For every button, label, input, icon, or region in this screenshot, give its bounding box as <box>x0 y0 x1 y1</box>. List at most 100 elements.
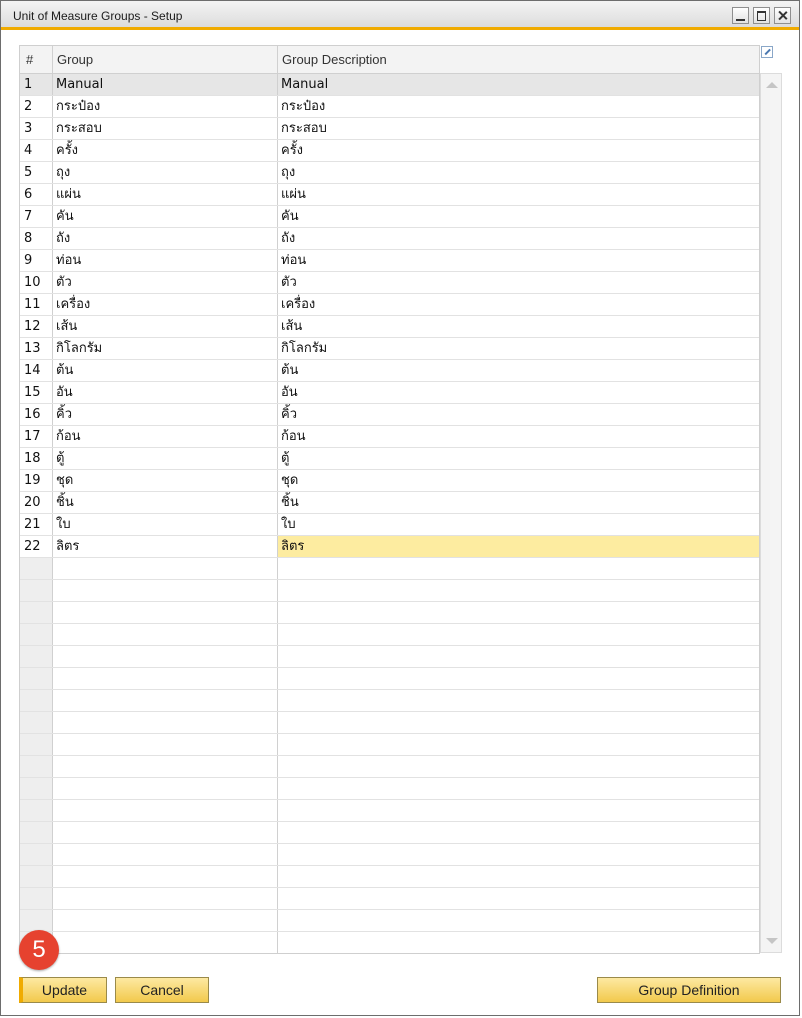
group-cell[interactable]: กิโลกรัม <box>53 338 278 359</box>
group-description-cell[interactable] <box>278 734 759 755</box>
group-description-cell[interactable]: ใบ <box>278 514 759 535</box>
table-row[interactable] <box>20 558 759 580</box>
header-group-description[interactable]: Group Description <box>278 46 759 73</box>
group-description-cell[interactable]: แผ่น <box>278 184 759 205</box>
group-description-cell[interactable]: ชุด <box>278 470 759 491</box>
group-description-cell[interactable] <box>278 932 759 953</box>
group-cell[interactable] <box>53 910 278 931</box>
group-cell[interactable] <box>53 888 278 909</box>
table-row[interactable]: 14 ต้น ต้น <box>20 360 759 382</box>
group-description-cell[interactable]: Manual <box>278 74 759 95</box>
group-description-cell[interactable] <box>278 646 759 667</box>
group-cell[interactable]: ถุง <box>53 162 278 183</box>
group-description-cell[interactable] <box>278 602 759 623</box>
group-cell[interactable] <box>53 646 278 667</box>
group-cell[interactable]: เครื่อง <box>53 294 278 315</box>
table-row[interactable]: 13 กิโลกรัม กิโลกรัม <box>20 338 759 360</box>
table-row[interactable] <box>20 734 759 756</box>
scroll-up-icon[interactable] <box>766 82 778 88</box>
group-cell[interactable]: ครั้ง <box>53 140 278 161</box>
scroll-down-icon[interactable] <box>766 938 778 944</box>
header-group[interactable]: Group <box>53 46 278 73</box>
table-row[interactable]: 17 ก้อน ก้อน <box>20 426 759 448</box>
group-description-cell[interactable] <box>278 668 759 689</box>
minimize-icon[interactable] <box>732 7 749 24</box>
group-cell[interactable] <box>53 712 278 733</box>
group-cell[interactable] <box>53 756 278 777</box>
table-row[interactable]: 5 ถุง ถุง <box>20 162 759 184</box>
table-row[interactable] <box>20 602 759 624</box>
group-cell[interactable]: ชิ้น <box>53 492 278 513</box>
group-cell[interactable] <box>53 690 278 711</box>
table-row[interactable]: 20 ชิ้น ชิ้น <box>20 492 759 514</box>
group-cell[interactable]: ชุด <box>53 470 278 491</box>
update-button[interactable]: Update <box>19 977 107 1003</box>
group-cell[interactable]: ตู้ <box>53 448 278 469</box>
group-description-cell[interactable]: คิ้ว <box>278 404 759 425</box>
table-row[interactable] <box>20 866 759 888</box>
group-cell[interactable] <box>53 668 278 689</box>
group-description-cell[interactable]: ลิตร <box>278 536 759 557</box>
group-cell[interactable]: กระป๋อง <box>53 96 278 117</box>
group-description-cell[interactable] <box>278 910 759 931</box>
table-row[interactable]: 11 เครื่อง เครื่อง <box>20 294 759 316</box>
table-row[interactable]: 8 ถัง ถัง <box>20 228 759 250</box>
group-description-cell[interactable]: กระสอบ <box>278 118 759 139</box>
table-row[interactable]: 18 ตู้ ตู้ <box>20 448 759 470</box>
table-row[interactable]: 3 กระสอบ กระสอบ <box>20 118 759 140</box>
group-description-cell[interactable]: ตัว <box>278 272 759 293</box>
group-cell[interactable]: ใบ <box>53 514 278 535</box>
table-row[interactable] <box>20 822 759 844</box>
group-cell[interactable] <box>53 800 278 821</box>
group-description-cell[interactable]: ถุง <box>278 162 759 183</box>
group-description-cell[interactable]: คัน <box>278 206 759 227</box>
table-row[interactable] <box>20 800 759 822</box>
group-cell[interactable]: ต้น <box>53 360 278 381</box>
group-definition-button[interactable]: Group Definition <box>597 977 781 1003</box>
table-row[interactable] <box>20 756 759 778</box>
table-row[interactable]: 12 เส้น เส้น <box>20 316 759 338</box>
group-description-cell[interactable] <box>278 822 759 843</box>
group-description-cell[interactable] <box>278 844 759 865</box>
group-cell[interactable] <box>53 558 278 579</box>
table-row[interactable]: 7 คัน คัน <box>20 206 759 228</box>
table-row[interactable]: 19 ชุด ชุด <box>20 470 759 492</box>
group-description-cell[interactable]: ก้อน <box>278 426 759 447</box>
group-description-cell[interactable]: ตู้ <box>278 448 759 469</box>
group-cell[interactable]: คิ้ว <box>53 404 278 425</box>
group-description-cell[interactable] <box>278 558 759 579</box>
table-row[interactable] <box>20 932 759 953</box>
group-cell[interactable]: แผ่น <box>53 184 278 205</box>
table-row[interactable] <box>20 646 759 668</box>
group-description-cell[interactable] <box>278 624 759 645</box>
group-cell[interactable]: Manual <box>53 74 278 95</box>
group-cell[interactable]: ตัว <box>53 272 278 293</box>
group-description-cell[interactable]: ท่อน <box>278 250 759 271</box>
table-row[interactable]: 15 อัน อัน <box>20 382 759 404</box>
group-cell[interactable]: ลิตร <box>53 536 278 557</box>
table-row[interactable]: 9 ท่อน ท่อน <box>20 250 759 272</box>
group-description-cell[interactable] <box>278 756 759 777</box>
expand-icon[interactable] <box>761 46 773 58</box>
group-cell[interactable] <box>53 866 278 887</box>
group-cell[interactable] <box>53 822 278 843</box>
group-description-cell[interactable]: กระป๋อง <box>278 96 759 117</box>
group-cell[interactable]: ถัง <box>53 228 278 249</box>
group-description-cell[interactable] <box>278 712 759 733</box>
group-description-cell[interactable] <box>278 888 759 909</box>
table-row[interactable] <box>20 910 759 932</box>
group-cell[interactable]: คัน <box>53 206 278 227</box>
table-row[interactable]: 6 แผ่น แผ่น <box>20 184 759 206</box>
group-description-cell[interactable]: อัน <box>278 382 759 403</box>
group-cell[interactable]: อัน <box>53 382 278 403</box>
group-cell[interactable] <box>53 778 278 799</box>
group-cell[interactable] <box>53 580 278 601</box>
group-cell[interactable]: ก้อน <box>53 426 278 447</box>
vertical-scrollbar[interactable] <box>760 73 782 953</box>
table-row[interactable] <box>20 888 759 910</box>
table-row[interactable]: 16 คิ้ว คิ้ว <box>20 404 759 426</box>
group-cell[interactable]: ท่อน <box>53 250 278 271</box>
table-row[interactable]: 22 ลิตร ลิตร <box>20 536 759 558</box>
group-cell[interactable] <box>53 932 278 953</box>
table-row[interactable] <box>20 844 759 866</box>
